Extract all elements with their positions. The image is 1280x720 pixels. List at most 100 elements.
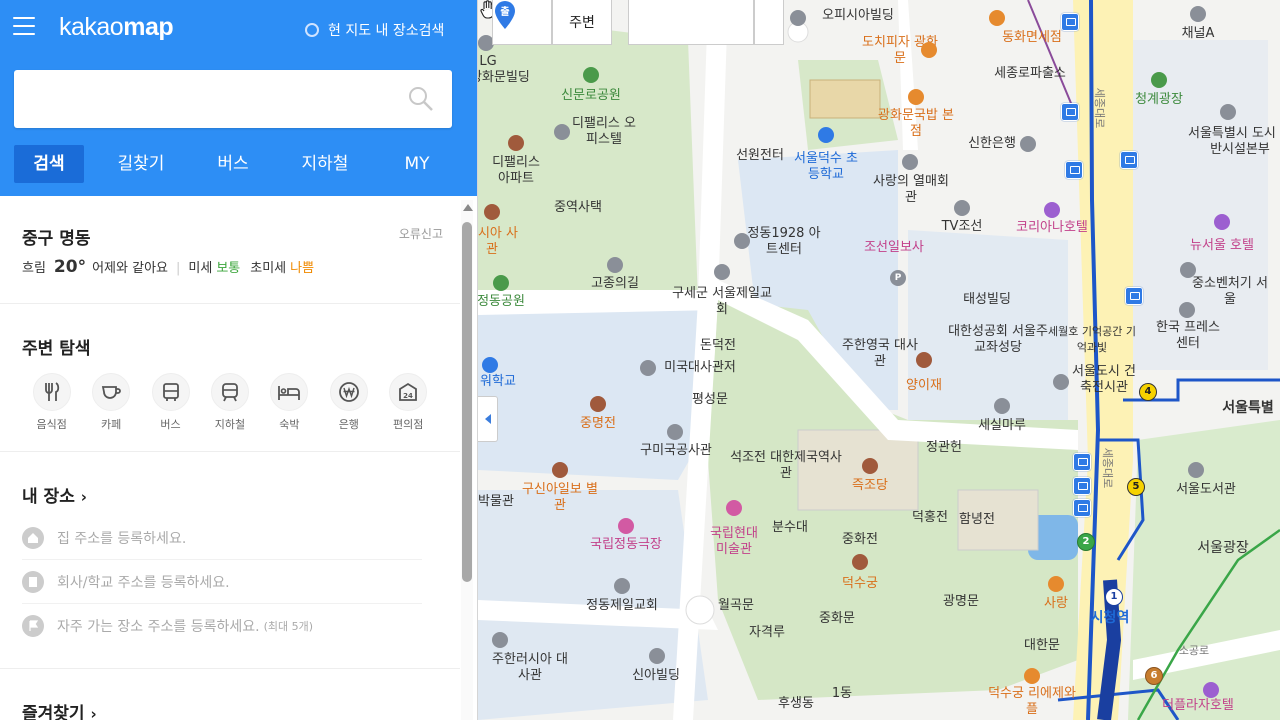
bus-stop-icon[interactable] (1061, 13, 1079, 31)
poi-seoul-archive[interactable]: 서울도시 건축전시관 (1069, 364, 1139, 396)
tab-search[interactable]: 검색 (14, 145, 84, 183)
tab-bus[interactable]: 버스 (187, 145, 279, 183)
poi-cecil-maru[interactable]: 세실마루 (978, 418, 1026, 434)
category-bank[interactable]: 은행 (319, 373, 378, 432)
radio-icon[interactable] (305, 23, 319, 37)
poi-donghwa[interactable]: 동화면세점 (1002, 30, 1062, 46)
poi-sina-building[interactable]: 신아빌딩 (632, 668, 680, 684)
poi-cityhall-station[interactable]: 시청역 (1091, 610, 1130, 626)
departure-button[interactable]: 출 (492, 0, 552, 45)
poi-opisia[interactable]: 오피시아빌딩 (822, 8, 894, 24)
report-error-link[interactable]: 오류신고 (399, 225, 443, 242)
poi-chosun-ilbo[interactable]: 조선일보사 (864, 240, 924, 256)
poi-jeongdong-park[interactable]: 정동공원 (478, 294, 525, 310)
poi-sewol-space[interactable]: 세월호 기억공간 기억과빛 (1048, 324, 1136, 356)
subway-line-2-icon[interactable]: 2 (1077, 533, 1095, 551)
poi-wolgeun-gate[interactable]: 월곡문 (718, 598, 754, 614)
poi-seonwon[interactable]: 선원전터 (736, 148, 784, 164)
subway-line-1-icon[interactable]: 1 (1105, 588, 1123, 606)
poi-liege-waffle[interactable]: 덕수궁 리에제와플 (987, 686, 1077, 718)
poi-koreana-hotel[interactable]: 코리아나호텔 (1016, 220, 1088, 236)
poi-husaeng[interactable]: 후생동 (778, 696, 814, 712)
poi-dondeok[interactable]: 돈덕전 (700, 338, 736, 354)
poi-seokjojeon[interactable]: 석조전 대한제국역사관 (726, 450, 846, 482)
poi-fountain[interactable]: 분수대 (772, 520, 808, 536)
poi-jeonggwanheon[interactable]: 정관헌 (926, 440, 962, 456)
map-canvas[interactable]: 출 주변 오피시아빌딩 동화면세점 채널A 도치피자 광화문 LG 광화문빌딩 … (478, 0, 1280, 720)
subway-line-5-icon[interactable]: 5 (1127, 478, 1145, 496)
poi-deoksugung[interactable]: 덕수궁 (842, 576, 878, 592)
poi-sarang-hall[interactable]: 사랑의 열매회관 (873, 174, 949, 206)
poi-sejongro-police[interactable]: 세종로파출소 (994, 66, 1066, 82)
poi-salvation-army[interactable]: 구세군 서울제일교회 (672, 286, 772, 318)
poi-cheonggye[interactable]: 청계광장 (1135, 92, 1183, 108)
poi-russia-embassy[interactable]: 주한러시아 대사관 (490, 652, 570, 684)
poi-seoul-plaza[interactable]: 서울광장 (1197, 540, 1249, 556)
menu-icon[interactable] (13, 17, 35, 35)
bus-stop-icon[interactable] (1073, 499, 1091, 517)
poi-sme-center[interactable]: 중소벤처기 서울 (1190, 276, 1270, 308)
bus-stop-icon[interactable] (1061, 103, 1079, 121)
bus-stop-icon[interactable] (1120, 151, 1138, 169)
tab-my[interactable]: MY (371, 145, 463, 183)
my-places-title[interactable]: 내 장소 › (22, 482, 438, 507)
poi-gusinabo[interactable]: 구신아일보 별관 (520, 482, 600, 514)
kakaomap-logo[interactable]: kakaomap (59, 13, 174, 42)
tab-directions[interactable]: 길찾기 (95, 145, 187, 183)
poi-1dong[interactable]: 1동 (832, 686, 852, 702)
home-address-row[interactable]: 집 주소를 등록하세요. (22, 516, 422, 560)
poi-sinmunro-park[interactable]: 신문로공원 (561, 88, 621, 104)
subway-line-6-icon[interactable]: 6 (1145, 667, 1163, 685)
poi-seoul-city-infra[interactable]: 서울특별시 도시 기반시설본부 (1185, 126, 1280, 158)
poi-junghwajeon[interactable]: 중화전 (842, 532, 878, 548)
poi-uk-embassy[interactable]: 주한영국 대사관 (840, 338, 920, 370)
frequent-address-row[interactable]: 자주 가는 장소 주소를 등록하세요. (최대 5개) (22, 604, 422, 648)
search-icon[interactable] (408, 86, 434, 112)
poi-school-partial[interactable]: 워학교 (480, 374, 516, 390)
bus-stop-icon[interactable] (1065, 161, 1083, 179)
poi-dpalace-apt[interactable]: 디팰리스 아파트 (485, 155, 547, 187)
category-subway[interactable]: 지하철 (200, 373, 259, 432)
poi-shinhan[interactable]: 신한은행 (968, 136, 1016, 152)
poi-jungmyeongjeon[interactable]: 중명전 (580, 416, 616, 432)
poi-jeukjodang[interactable]: 즉조당 (852, 478, 888, 494)
poi-daehanmun[interactable]: 대한문 (1024, 638, 1060, 654)
scrollbar-thumb[interactable] (462, 222, 472, 582)
category-restaurant[interactable]: 음식점 (22, 373, 81, 432)
poi-seoul-library[interactable]: 서울도서관 (1176, 482, 1236, 498)
poi-hamnyeongjeon[interactable]: 함녕전 (959, 512, 995, 528)
category-convenience[interactable]: 24 편의점 (379, 373, 438, 432)
scroll-up-arrow-icon[interactable] (463, 204, 473, 211)
poi-duksu-school[interactable]: 서울덕수 초등학교 (791, 151, 861, 183)
poi-yangijae[interactable]: 양이재 (906, 378, 942, 394)
search-input[interactable] (26, 70, 406, 128)
nearby-map-button[interactable]: 주변 (552, 0, 612, 45)
poi-jeongdong-church[interactable]: 정동제일교회 (586, 598, 658, 614)
poi-press-center[interactable]: 한국 프레스센터 (1153, 320, 1223, 352)
poi-plaza-hotel[interactable]: 더플라자호텔 (1162, 698, 1234, 714)
poi-deokhongjeon[interactable]: 덕홍전 (912, 510, 948, 526)
poi-new-seoul-hotel[interactable]: 뉴서울 호텔 (1190, 238, 1254, 254)
category-bus[interactable]: 버스 (141, 373, 200, 432)
bus-stop-icon[interactable] (1073, 477, 1091, 495)
poi-taesung[interactable]: 태성빌딩 (963, 292, 1011, 308)
map-type-button[interactable] (628, 0, 754, 45)
poi-gwangmyeong[interactable]: 광명문 (943, 594, 979, 610)
poi-gwanghwamun-gukbap[interactable]: 광화문국밥 본점 (876, 108, 956, 140)
poi-jeongdong1928[interactable]: 정동1928 아트센터 (746, 226, 822, 258)
poi-jungyeok[interactable]: 중역사택 (554, 200, 602, 216)
category-cafe[interactable]: 카페 (81, 373, 140, 432)
poi-channelA[interactable]: 채널A (1182, 26, 1215, 42)
poi-lg[interactable]: LG (479, 54, 496, 70)
poi-seoul-special[interactable]: 서울특별 (1222, 400, 1274, 416)
poi-russia-left[interactable]: 러시아 사관 (478, 226, 522, 258)
bus-stop-icon[interactable] (1073, 453, 1091, 471)
poi-anglican-cathedral[interactable]: 대한성공회 서울주교좌성당 (943, 324, 1053, 356)
poi-old-us-legation[interactable]: 구미국공사관 (640, 443, 712, 459)
poi-gojong-road[interactable]: 고종의길 (591, 276, 639, 292)
tab-subway[interactable]: 지하철 (279, 145, 371, 183)
poi-dpalace-officetel[interactable]: 디팰리스 오피스텔 (569, 116, 639, 148)
poi-junghwamun[interactable]: 중화문 (819, 611, 855, 627)
local-search-toggle[interactable]: 현 지도 내 장소검색 (305, 20, 444, 40)
poi-gwanghwamun-tower[interactable]: 광화문빌딩 (478, 70, 530, 86)
